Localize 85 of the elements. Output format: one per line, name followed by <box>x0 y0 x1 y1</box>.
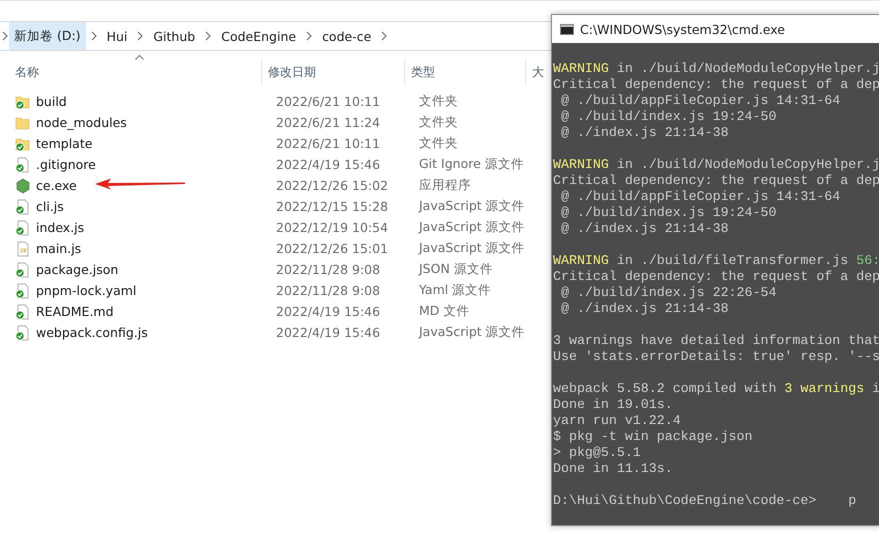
file-type: JavaScript 源文件 <box>419 198 526 215</box>
modified-date: 2022/6/21 10:11 <box>276 136 382 151</box>
modified-date: 2022/12/15 15:28 <box>276 199 390 214</box>
file-name[interactable]: README.md <box>36 304 114 319</box>
column-header[interactable]: 类型 <box>404 59 525 85</box>
chevron-icon[interactable] <box>204 31 212 41</box>
chevron-icon[interactable] <box>305 31 314 41</box>
file-name[interactable]: pnpm-lock.yaml <box>36 283 136 298</box>
folder-icon <box>15 94 31 110</box>
file-type: JavaScript 源文件 <box>419 324 526 341</box>
terminal-line: $ pkg -t win package.json <box>553 429 752 444</box>
file-name[interactable]: package.json <box>36 262 118 277</box>
modified-date: 2022/11/28 9:08 <box>276 262 382 277</box>
terminal-line: WARNING in ./build/NodeModuleCopyHelper.j <box>553 157 879 172</box>
file-type: 文件夹 <box>419 114 459 131</box>
terminal-line: WARNING in ./build/fileTransformer.js 56: <box>553 253 879 268</box>
document-icon <box>15 198 31 214</box>
file-name[interactable]: ce.exe <box>36 178 77 193</box>
folder-icon <box>15 136 31 152</box>
column-header[interactable]: 修改日期 <box>261 59 404 85</box>
folder-icon <box>15 114 31 130</box>
column-header[interactable]: 名称 <box>0 59 261 85</box>
terminal-line: @ ./build/appFileCopier.js 14:31-64 <box>560 189 840 204</box>
file-type: JavaScript 源文件 <box>419 219 526 236</box>
terminal-line: D:\Hui\Github\CodeEngine\code-ce> p <box>553 493 856 508</box>
file-name[interactable]: node_modules <box>36 115 127 130</box>
terminal-line: @ ./index.js 21:14-38 <box>560 221 729 236</box>
terminal-line: Critical dependency: the request of a dep <box>553 269 879 284</box>
chevron-icon[interactable] <box>380 31 388 41</box>
modified-date: 2022/4/19 15:46 <box>276 157 382 172</box>
terminal-line: Done in 11.13s. <box>553 461 673 476</box>
terminal-line: Done in 19.01s. <box>553 397 673 412</box>
file-name[interactable]: .gitignore <box>36 157 96 172</box>
file-type: 应用程序 <box>419 177 472 194</box>
document-icon <box>15 282 31 298</box>
terminal-line: 3 warnings have detailed information that <box>553 333 879 348</box>
modified-date: 2022/6/21 11:24 <box>276 115 382 130</box>
file-type: 文件夹 <box>419 93 459 110</box>
terminal-icon <box>560 24 574 34</box>
file-name[interactable]: index.js <box>36 220 84 235</box>
file-type: 文件夹 <box>419 135 459 152</box>
window-title: C:\WINDOWS\system32\cmd.exe <box>580 22 785 36</box>
chevron-icon[interactable] <box>90 31 98 41</box>
file-type: MD 文件 <box>419 303 470 320</box>
modified-date: 2022/4/19 15:46 <box>276 304 382 319</box>
modified-date: 2022/11/28 9:08 <box>276 283 382 298</box>
terminal-line: @ ./build/index.js 19:24-50 <box>560 109 776 124</box>
chevron-icon[interactable] <box>136 31 144 41</box>
terminal-line: @ ./build/appFileCopier.js 14:31-64 <box>560 93 840 108</box>
document-icon <box>15 240 31 256</box>
terminal-line: @ ./index.js 21:14-38 <box>560 301 729 316</box>
modified-date: 2022/12/26 15:01 <box>276 241 390 256</box>
terminal-line: @ ./build/index.js 19:24-50 <box>560 205 776 220</box>
file-type: JavaScript 源文件 <box>419 240 526 257</box>
chevron-icon[interactable] <box>1 31 9 41</box>
modified-date: 2022/12/26 15:02 <box>276 178 390 193</box>
sort-caret-icon <box>135 55 144 60</box>
file-name[interactable]: main.js <box>36 241 82 256</box>
terminal-line: yarn run v1.22.4 <box>553 413 681 428</box>
document-icon <box>15 324 31 340</box>
document-icon <box>15 262 31 278</box>
breadcrumb-item[interactable]: code-ce <box>317 22 376 50</box>
document-icon <box>15 304 31 320</box>
modified-date: 2022/4/19 15:46 <box>276 325 382 340</box>
breadcrumb-item[interactable]: CodeEngine <box>216 22 302 50</box>
terminal-line: Use 'stats.errorDetails: true' resp. '--s <box>553 349 879 364</box>
file-name[interactable]: webpack.config.js <box>36 325 148 340</box>
terminal-line: Critical dependency: the request of a dep <box>553 173 879 188</box>
file-name[interactable]: template <box>36 136 92 151</box>
document-icon <box>15 220 31 236</box>
modified-date: 2022/12/19 10:54 <box>276 220 390 235</box>
terminal-line: > pkg@5.5.1 <box>553 445 641 460</box>
modified-date: 2022/6/21 10:11 <box>276 94 382 109</box>
terminal-line: @ ./index.js 21:14-38 <box>560 125 729 140</box>
terminal-line: WARNING in ./build/NodeModuleCopyHelper.j <box>553 61 879 76</box>
terminal-line: Critical dependency: the request of a dep <box>553 77 879 92</box>
file-name[interactable]: build <box>36 94 67 109</box>
breadcrumb-item[interactable]: Hui <box>102 22 132 50</box>
file-name[interactable]: cli.js <box>36 199 64 214</box>
breadcrumb-item[interactable]: 新加卷 (D:) <box>9 22 86 50</box>
terminal-line: @ ./build/index.js 22:26-54 <box>560 285 776 300</box>
file-type: Yaml 源文件 <box>419 282 492 299</box>
document-icon <box>15 156 31 172</box>
hexagon-icon <box>15 178 31 194</box>
breadcrumb-item[interactable]: Github <box>148 22 200 50</box>
